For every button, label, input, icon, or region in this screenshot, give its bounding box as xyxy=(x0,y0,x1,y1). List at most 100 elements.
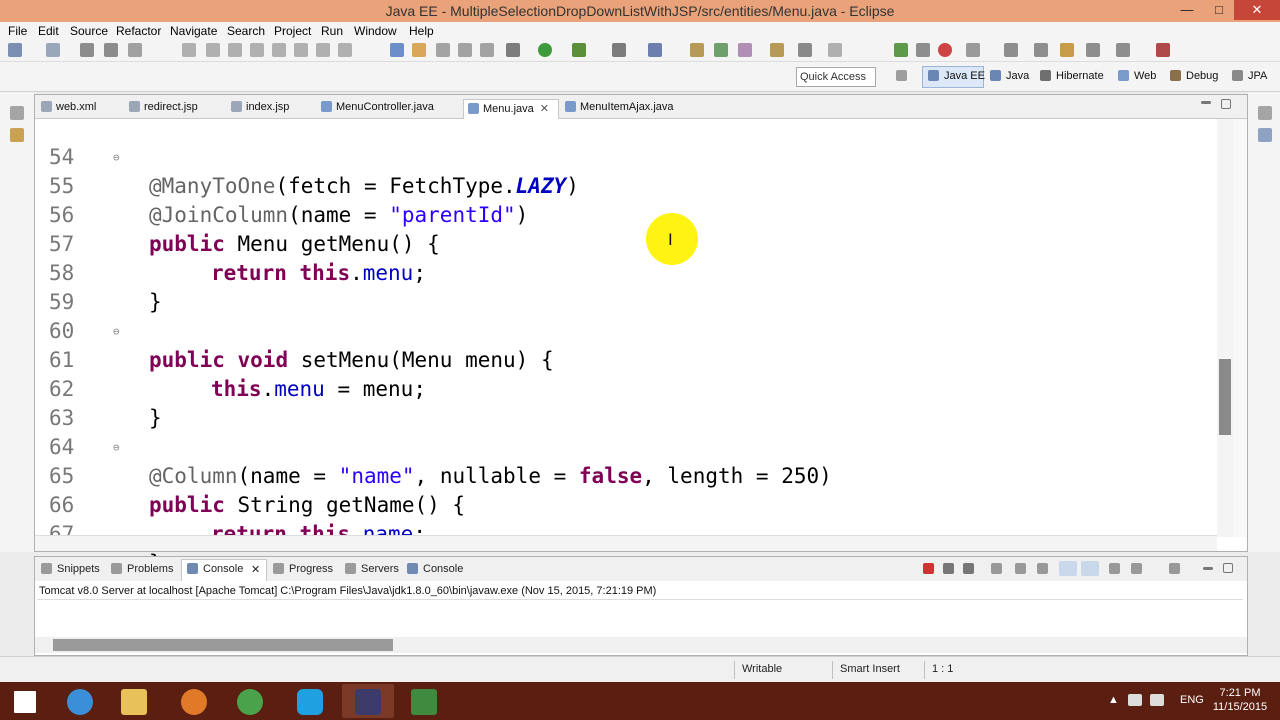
tab-menu-java[interactable]: Menu.java ✕ xyxy=(463,99,559,119)
maximize-console-icon[interactable] xyxy=(1223,563,1233,573)
resume-icon[interactable] xyxy=(206,43,220,57)
perspective-web[interactable]: Web xyxy=(1134,70,1156,82)
overview-ruler[interactable] xyxy=(1233,119,1247,537)
run-icon[interactable] xyxy=(538,43,552,57)
tab-console[interactable]: Console xyxy=(203,563,243,575)
editor-horizontal-scrollbar[interactable] xyxy=(35,535,1217,551)
fold-icon[interactable]: ⊖ xyxy=(113,317,120,346)
tab-menucontroller-java[interactable]: MenuController.java xyxy=(321,99,434,119)
stop-server-icon[interactable] xyxy=(938,43,952,57)
console-scroll-thumb[interactable] xyxy=(53,639,393,651)
console-output[interactable] xyxy=(37,599,1243,641)
run-server-icon[interactable] xyxy=(894,43,908,57)
close-console-tab-icon[interactable]: ✕ xyxy=(251,563,260,576)
scroll-lock-icon[interactable] xyxy=(1015,563,1026,574)
menu-file[interactable]: File xyxy=(8,24,27,38)
new-icon[interactable] xyxy=(8,43,22,57)
pin-console-icon[interactable] xyxy=(1109,563,1120,574)
open-perspective-icon[interactable] xyxy=(896,70,907,81)
maximize-button[interactable]: □ xyxy=(1204,0,1234,20)
menu-window[interactable]: Window xyxy=(354,24,397,38)
menu-help[interactable]: Help xyxy=(409,24,434,38)
taskbar-firefox[interactable] xyxy=(168,684,220,718)
minimize-button[interactable]: — xyxy=(1172,0,1202,20)
fold-icon[interactable]: ⊖ xyxy=(113,433,120,462)
tab-index-jsp[interactable]: index.jsp xyxy=(231,99,289,119)
perspective-debug[interactable]: Debug xyxy=(1186,70,1218,82)
new-package-icon[interactable] xyxy=(690,43,704,57)
menu-project[interactable]: Project xyxy=(274,24,311,38)
taskbar-ie[interactable] xyxy=(54,684,106,718)
clear-console-icon[interactable] xyxy=(991,563,1002,574)
menu-search[interactable]: Search xyxy=(227,24,265,38)
show-hidden-icons[interactable]: ▲ xyxy=(1108,694,1119,706)
language-indicator[interactable]: ENG xyxy=(1180,694,1204,706)
perspective-hibernate[interactable]: Hibernate xyxy=(1056,70,1104,82)
taskbar-camtasia[interactable] xyxy=(398,684,450,718)
annotation-icon[interactable] xyxy=(828,43,842,57)
restore-view-icon[interactable] xyxy=(10,106,24,120)
run-last-tool-icon[interactable] xyxy=(572,43,586,57)
code-area[interactable]: 54 ⊖ @ManyToOne(fetch = FetchType.LAZY) 5… xyxy=(35,119,1221,575)
maximize-editor-icon[interactable] xyxy=(1221,99,1231,109)
close-tab-icon[interactable]: ✕ xyxy=(540,103,549,115)
search-icon[interactable] xyxy=(798,43,812,57)
start-button[interactable] xyxy=(0,684,52,718)
next-annotation-icon[interactable] xyxy=(1004,43,1018,57)
suspend-icon[interactable] xyxy=(228,43,242,57)
minimize-console-icon[interactable] xyxy=(1203,567,1213,570)
volume-icon[interactable] xyxy=(1150,694,1164,706)
toggle-mark-occurrences-icon[interactable] xyxy=(412,43,426,57)
taskbar-clock[interactable]: 7:21 PM 11/15/2015 xyxy=(1208,686,1272,714)
menu-navigate[interactable]: Navigate xyxy=(170,24,217,38)
show-on-stderr-icon[interactable] xyxy=(1081,561,1099,576)
tab-servers[interactable]: Servers xyxy=(361,563,399,575)
last-edit-location-icon[interactable] xyxy=(1060,43,1074,57)
new-class-icon[interactable] xyxy=(714,43,728,57)
pin-editor-icon[interactable] xyxy=(1156,43,1170,57)
restore-outline-icon[interactable] xyxy=(1258,106,1272,120)
new-java-project-icon[interactable] xyxy=(648,43,662,57)
taskbar-explorer[interactable] xyxy=(108,684,160,718)
forward-icon[interactable] xyxy=(1116,43,1130,57)
new-interface-icon[interactable] xyxy=(738,43,752,57)
outline-icon[interactable] xyxy=(1258,128,1272,142)
word-wrap-icon[interactable] xyxy=(1037,563,1048,574)
open-type-icon[interactable] xyxy=(770,43,784,57)
network-icon[interactable] xyxy=(1128,694,1142,706)
print-icon[interactable] xyxy=(128,43,142,57)
tab-problems[interactable]: Problems xyxy=(127,563,173,575)
editor-scroll-thumb[interactable] xyxy=(1219,359,1231,435)
new-server-icon[interactable] xyxy=(612,43,626,57)
terminate-icon[interactable] xyxy=(250,43,264,57)
step-return-icon[interactable] xyxy=(338,43,352,57)
taskbar-skype[interactable] xyxy=(284,684,336,718)
publish-icon[interactable] xyxy=(966,43,980,57)
remove-launch-icon[interactable] xyxy=(943,563,954,574)
menu-refactor[interactable]: Refactor xyxy=(116,24,161,38)
display-console-icon[interactable] xyxy=(1131,563,1142,574)
tab-redirect-jsp[interactable]: redirect.jsp xyxy=(129,99,198,119)
perspective-jpa[interactable]: JPA xyxy=(1248,70,1267,82)
tab-progress[interactable]: Progress xyxy=(289,563,333,575)
tab-console-2[interactable]: Console xyxy=(423,563,463,575)
toggle-block-selection-icon[interactable] xyxy=(436,43,450,57)
skip-breakpoints-icon[interactable] xyxy=(182,43,196,57)
menu-source[interactable]: Source xyxy=(70,24,108,38)
taskbar-chrome[interactable] xyxy=(224,684,276,718)
perspective-java[interactable]: Java xyxy=(1006,70,1029,82)
fold-icon[interactable]: ⊖ xyxy=(113,143,120,172)
use-step-filters-icon[interactable] xyxy=(390,43,404,57)
open-console-icon[interactable] xyxy=(1169,563,1180,574)
debug-icon[interactable] xyxy=(506,43,520,57)
taskbar-eclipse[interactable] xyxy=(342,684,394,718)
show-whitespace-characters-icon[interactable] xyxy=(480,43,494,57)
save-all-icon[interactable] xyxy=(104,43,118,57)
package-explorer-icon[interactable] xyxy=(10,128,24,142)
terminate-icon[interactable] xyxy=(923,563,934,574)
step-into-icon[interactable] xyxy=(294,43,308,57)
debug-server-icon[interactable] xyxy=(916,43,930,57)
tab-snippets[interactable]: Snippets xyxy=(57,563,100,575)
perspective-java-ee[interactable]: Java EE xyxy=(944,70,985,82)
back-icon[interactable] xyxy=(1086,43,1100,57)
